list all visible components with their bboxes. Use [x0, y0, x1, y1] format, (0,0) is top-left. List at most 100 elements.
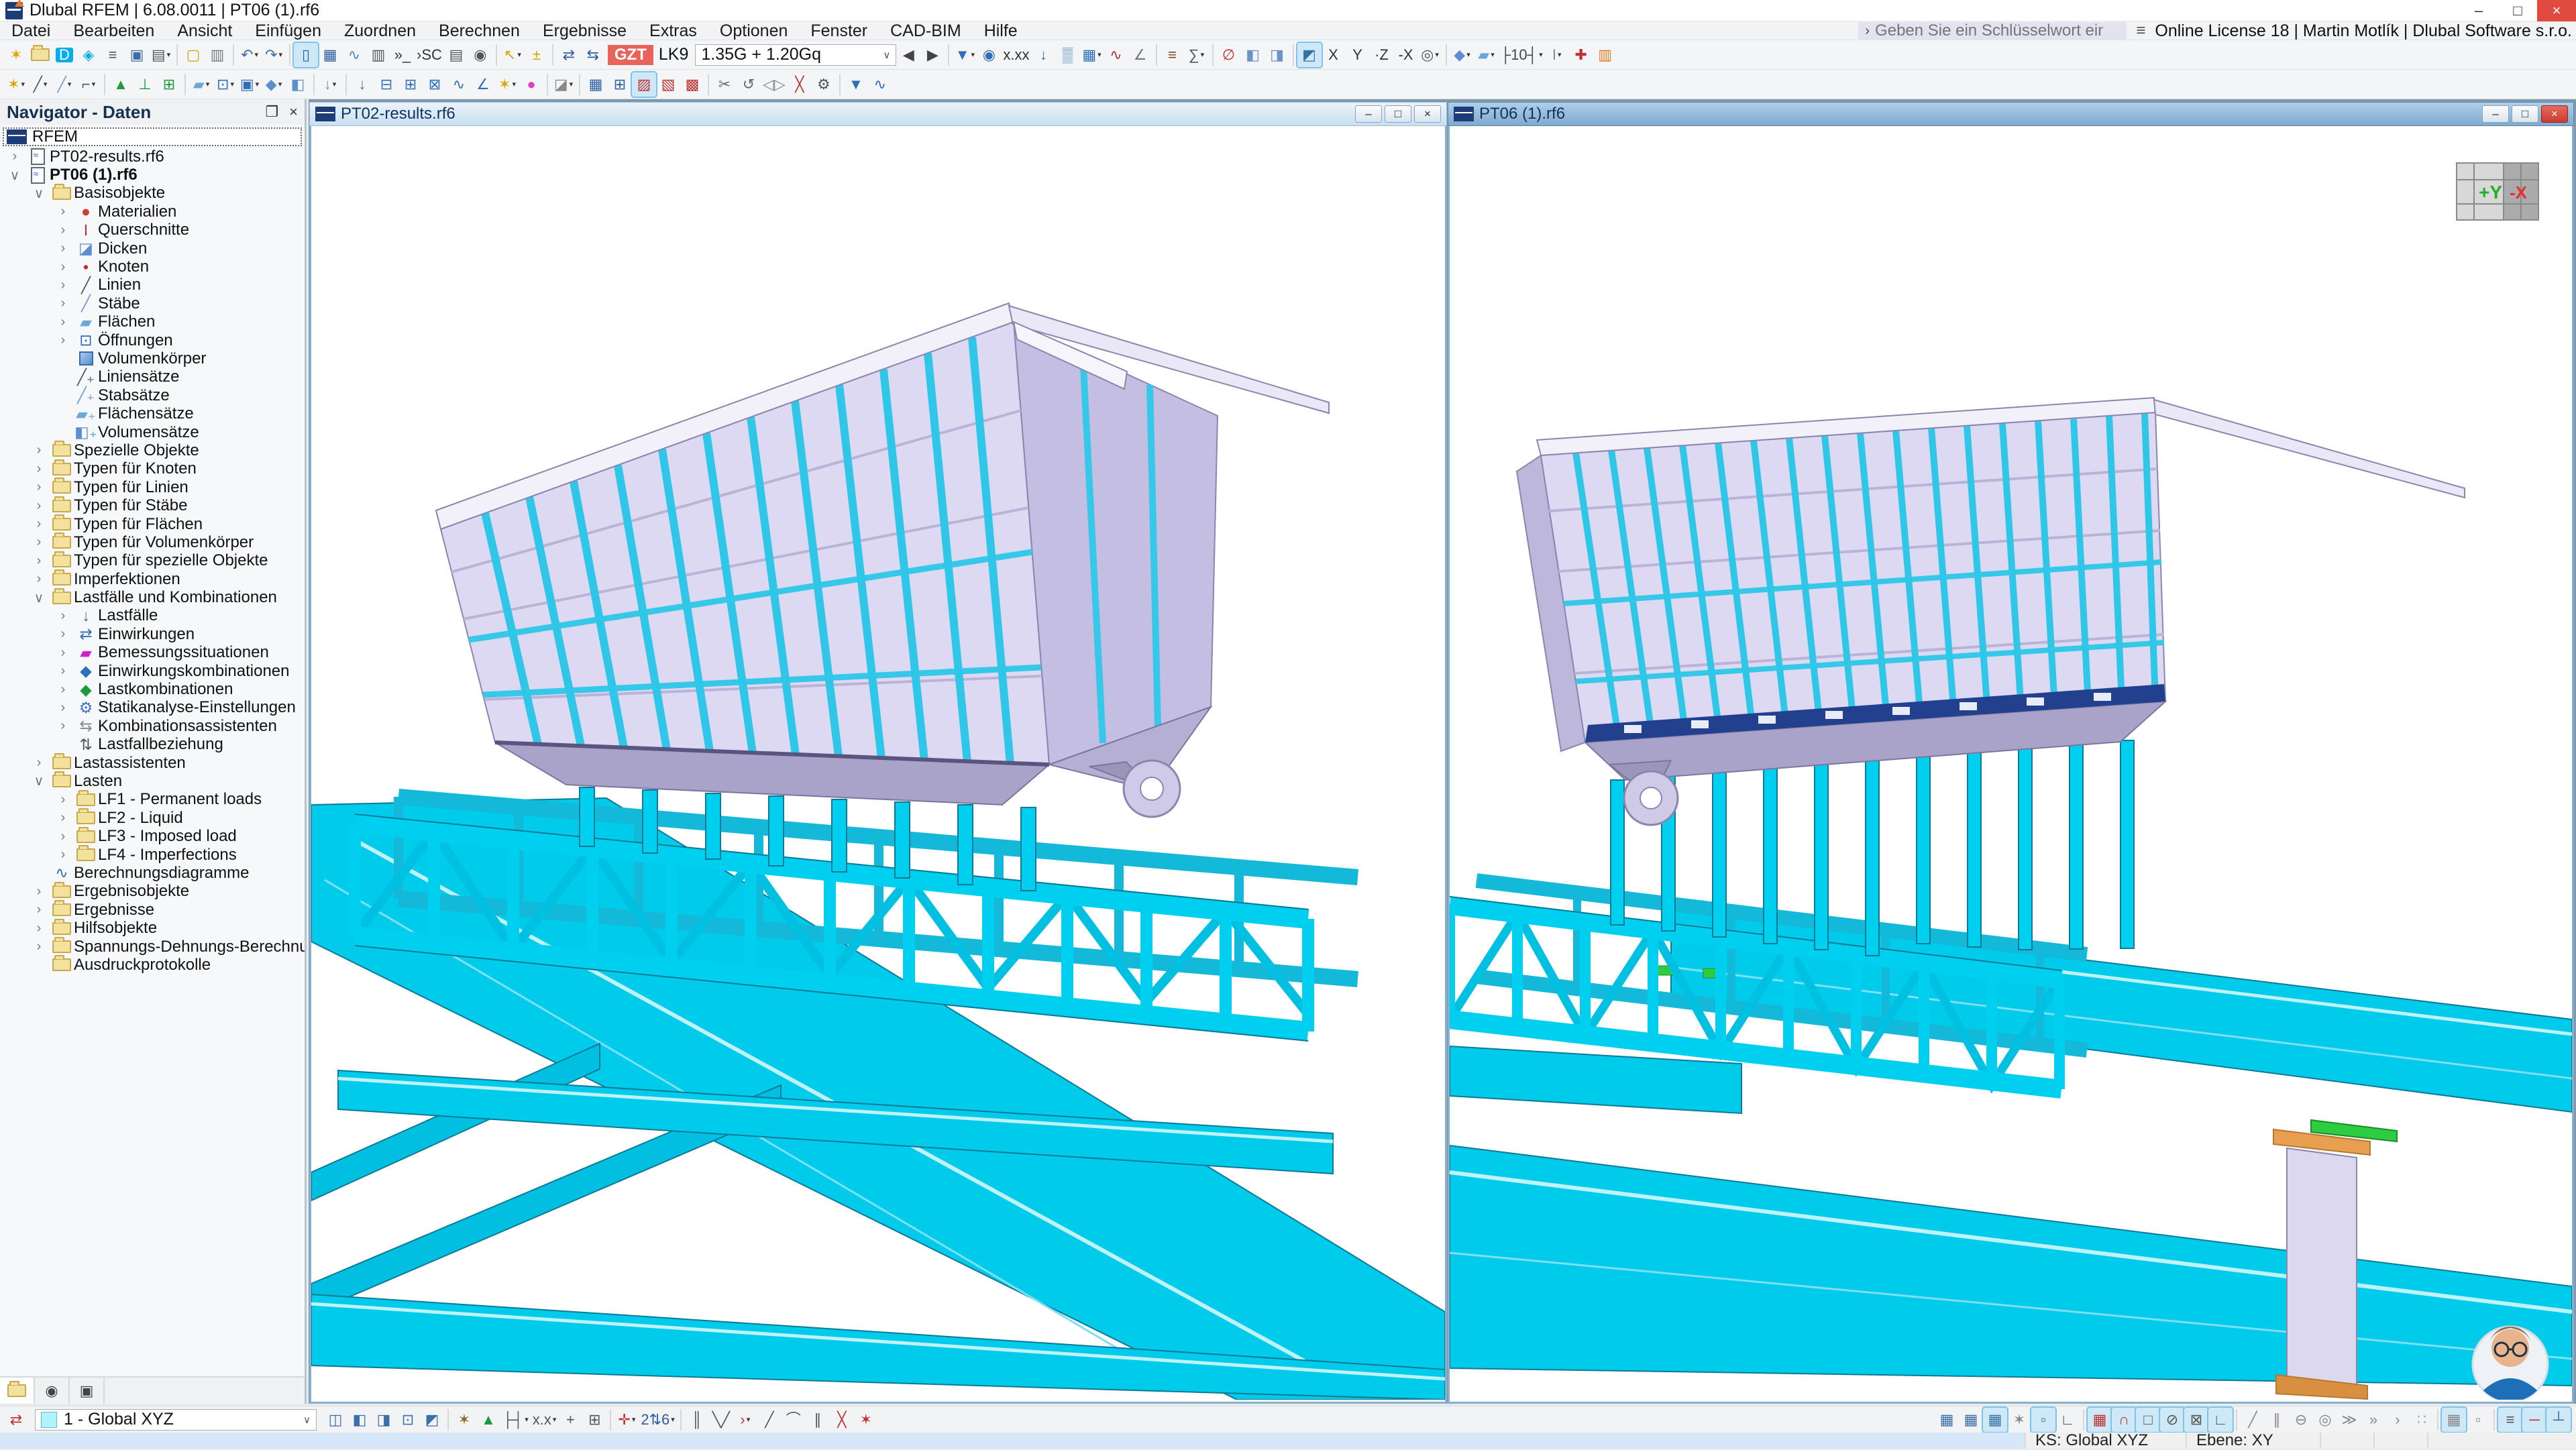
menu-item[interactable]: Fenster	[799, 21, 879, 40]
tab-data[interactable]	[0, 1378, 35, 1404]
window-close-button[interactable]: ×	[2541, 105, 2568, 123]
menu-item[interactable]: Zuordnen	[333, 21, 427, 40]
tree-item[interactable]: › Ergebnisse	[0, 901, 305, 919]
menu-item[interactable]: Einfügen	[244, 21, 333, 40]
menu-item[interactable]: Optionen	[708, 21, 799, 40]
result-diagram-icon[interactable]: ∿ ▾	[342, 43, 366, 67]
center-snap-icon[interactable]: ⊘	[2160, 1408, 2184, 1432]
new-imposed-load-icon[interactable]: ∠ ▾	[471, 72, 495, 97]
search-input[interactable]: ›	[1858, 22, 2127, 40]
new-opening-icon[interactable]: ⊡ ▾	[213, 72, 237, 97]
new-member-load-icon[interactable]: ⊟ ▾	[374, 72, 398, 97]
max-result-values-icon[interactable]: ↓ ▾	[1032, 43, 1056, 67]
section-display-icon[interactable]: I ▾	[1545, 43, 1569, 67]
expander-icon[interactable]: ›	[52, 847, 74, 862]
result-angle-icon[interactable]: ∠ ▾	[1128, 43, 1152, 67]
show-dimensions-icon[interactable]: ├┤ ▾	[500, 1408, 531, 1432]
tree-item[interactable]: › Spannungs-Dehnungs-Berechnung	[0, 938, 305, 956]
hopper-structure[interactable]	[1517, 398, 2465, 825]
printout-report-icon[interactable]: ▥ ▾	[205, 43, 229, 67]
render-hidden-lines-icon[interactable]: ⊡ ▾	[396, 1408, 420, 1432]
expander-icon[interactable]: ›	[52, 663, 74, 679]
new-solid-icon[interactable]: ◆ ▾	[262, 72, 286, 97]
view-y-icon[interactable]: Y ▾	[1346, 43, 1370, 67]
new-free-load-icon[interactable]: ⊠ ▾	[423, 72, 447, 97]
results-on-surfaces-icon[interactable]: ▒ ▾	[1056, 43, 1080, 67]
expander-icon[interactable]: ›	[52, 608, 74, 624]
expander-icon[interactable]: ∨	[4, 167, 25, 184]
window-close-button[interactable]: ×	[1414, 105, 1441, 123]
undo-icon[interactable]: ↶ ▾	[237, 43, 262, 67]
tree-item[interactable]: › ◆ Einwirkungskombinationen	[0, 662, 305, 680]
tree-item[interactable]: › Typen für Flächen	[0, 515, 305, 533]
show-loads-icon[interactable]: ✶ ▾	[452, 1408, 476, 1432]
tree-item[interactable]: › ◪ Dicken	[0, 239, 305, 258]
expander-icon[interactable]: ›	[52, 682, 74, 698]
expander-icon[interactable]: ›	[52, 333, 74, 348]
render-solid-icon[interactable]: ◧ ▾	[347, 1408, 372, 1432]
navigator-root-field[interactable]: RFEM	[3, 127, 302, 146]
horizontal-dimension-icon[interactable]: ─	[2522, 1408, 2546, 1432]
snap-grid-icon[interactable]: ⊞ ▾	[608, 72, 632, 97]
close-button[interactable]: ×	[2537, 0, 2576, 21]
tree-item[interactable]: › Typen für Knoten	[0, 460, 305, 478]
expander-icon[interactable]: ›	[28, 902, 50, 917]
background-grid-icon[interactable]: ▦	[2442, 1408, 2466, 1432]
window-titlebar[interactable]: PT02-results.rf6 – □ ×	[309, 102, 1447, 126]
tree-item[interactable]: ⇅ Lastfallbeziehung	[0, 736, 305, 754]
tab-views[interactable]: ▣	[70, 1378, 105, 1404]
menu-item[interactable]: Ansicht	[166, 21, 244, 40]
new-polyline-icon[interactable]: ⌐ ▾	[76, 72, 101, 97]
expander-icon[interactable]: ∨	[28, 185, 50, 202]
dimension-icon[interactable]: ├10┤ ▾	[1499, 43, 1545, 67]
point-cloud-snap-icon[interactable]: ∷	[2410, 1408, 2434, 1432]
snap-cross-icon[interactable]: ╳ ▾	[830, 1408, 854, 1432]
previous-loadcase-icon[interactable]: ◀ ▾	[896, 43, 920, 67]
snap-bisector-icon[interactable]: ╲╱ ▾	[709, 1408, 733, 1432]
snap-parallel-lines-icon[interactable]: ║ ▾	[685, 1408, 709, 1432]
tree-item[interactable]: › ╱ Stäbe	[0, 294, 305, 313]
guide-object-icon[interactable]: ✛ ▾	[614, 1408, 639, 1432]
selection-window-icon[interactable]: ▫	[2466, 1408, 2490, 1432]
diagram-filter-icon[interactable]: ∿ ▾	[868, 72, 892, 97]
expander-icon[interactable]: ›	[52, 718, 74, 734]
expander-icon[interactable]: ›	[52, 278, 74, 293]
tree-item[interactable]: › ⇆ Kombinationsassistenten	[0, 717, 305, 735]
clear-results-icon[interactable]: ∅ ▾	[1217, 43, 1241, 67]
divide-snap-icon[interactable]: ≫	[2337, 1408, 2361, 1432]
tree-item[interactable]: › PT02-results.rf6	[0, 148, 305, 166]
show-values-icon[interactable]: x.x ▾	[531, 1408, 559, 1432]
assistant-avatar[interactable]	[2473, 1327, 2548, 1400]
new-nodal-support-icon[interactable]: ▲ ▾	[109, 72, 133, 97]
rotate-icon[interactable]: ↺ ▾	[737, 72, 761, 97]
expander-icon[interactable]: ›	[28, 535, 50, 550]
tree-item[interactable]: › ⊡ Öffnungen	[0, 331, 305, 349]
tree-item[interactable]: › Typen für Volumenkörper	[0, 533, 305, 551]
tree-item[interactable]: › ↓ Lastfälle	[0, 607, 305, 625]
tree-item[interactable]: ∨ PT06 (1).rf6	[0, 166, 305, 184]
view-z-icon[interactable]: ·Z ▾	[1370, 43, 1394, 67]
new-surface-support-icon[interactable]: ⊞ ▾	[157, 72, 181, 97]
expander-icon[interactable]: ›	[52, 626, 74, 642]
show-axes-icon[interactable]: + ▾	[558, 1408, 582, 1432]
tree-item[interactable]: Ausdruckprotokolle	[0, 956, 305, 974]
guideline-snap-icon[interactable]: ▫	[2031, 1408, 2055, 1432]
expander-icon[interactable]: ›	[52, 260, 74, 275]
panel-manager-icon[interactable]: ▤ ▾	[444, 43, 468, 67]
calculation-icon[interactable]: ∑ ▾	[1185, 43, 1209, 67]
solid-edit-icon[interactable]: ◨ ▾	[1265, 43, 1289, 67]
menu-item[interactable]: Datei	[0, 21, 62, 40]
delete-intersect-icon[interactable]: ╳ ▾	[788, 72, 812, 97]
snap-grid-points-icon[interactable]: ▦	[2088, 1408, 2112, 1432]
snap-line-icon[interactable]: ╱ ▾	[757, 1408, 782, 1432]
tables-toggle-icon[interactable]: ▦ ▾	[318, 43, 342, 67]
table-panel-icon[interactable]: ▥ ▾	[366, 43, 390, 67]
expander-icon[interactable]: ›	[52, 700, 74, 716]
menu-item[interactable]: Hilfe	[973, 21, 1029, 40]
cloud-model-icon[interactable]: ◈ ▾	[76, 43, 101, 67]
numbering-order-icon[interactable]: 2⇅6 ▾	[639, 1408, 676, 1432]
tree-item[interactable]: ╱₊ Stabsätze	[0, 386, 305, 404]
expander-icon[interactable]: ›	[52, 204, 74, 219]
workplane-xz-icon[interactable]: ▩ ▾	[680, 72, 704, 97]
isometric-view-icon[interactable]: ◩ ▾	[1297, 43, 1322, 67]
